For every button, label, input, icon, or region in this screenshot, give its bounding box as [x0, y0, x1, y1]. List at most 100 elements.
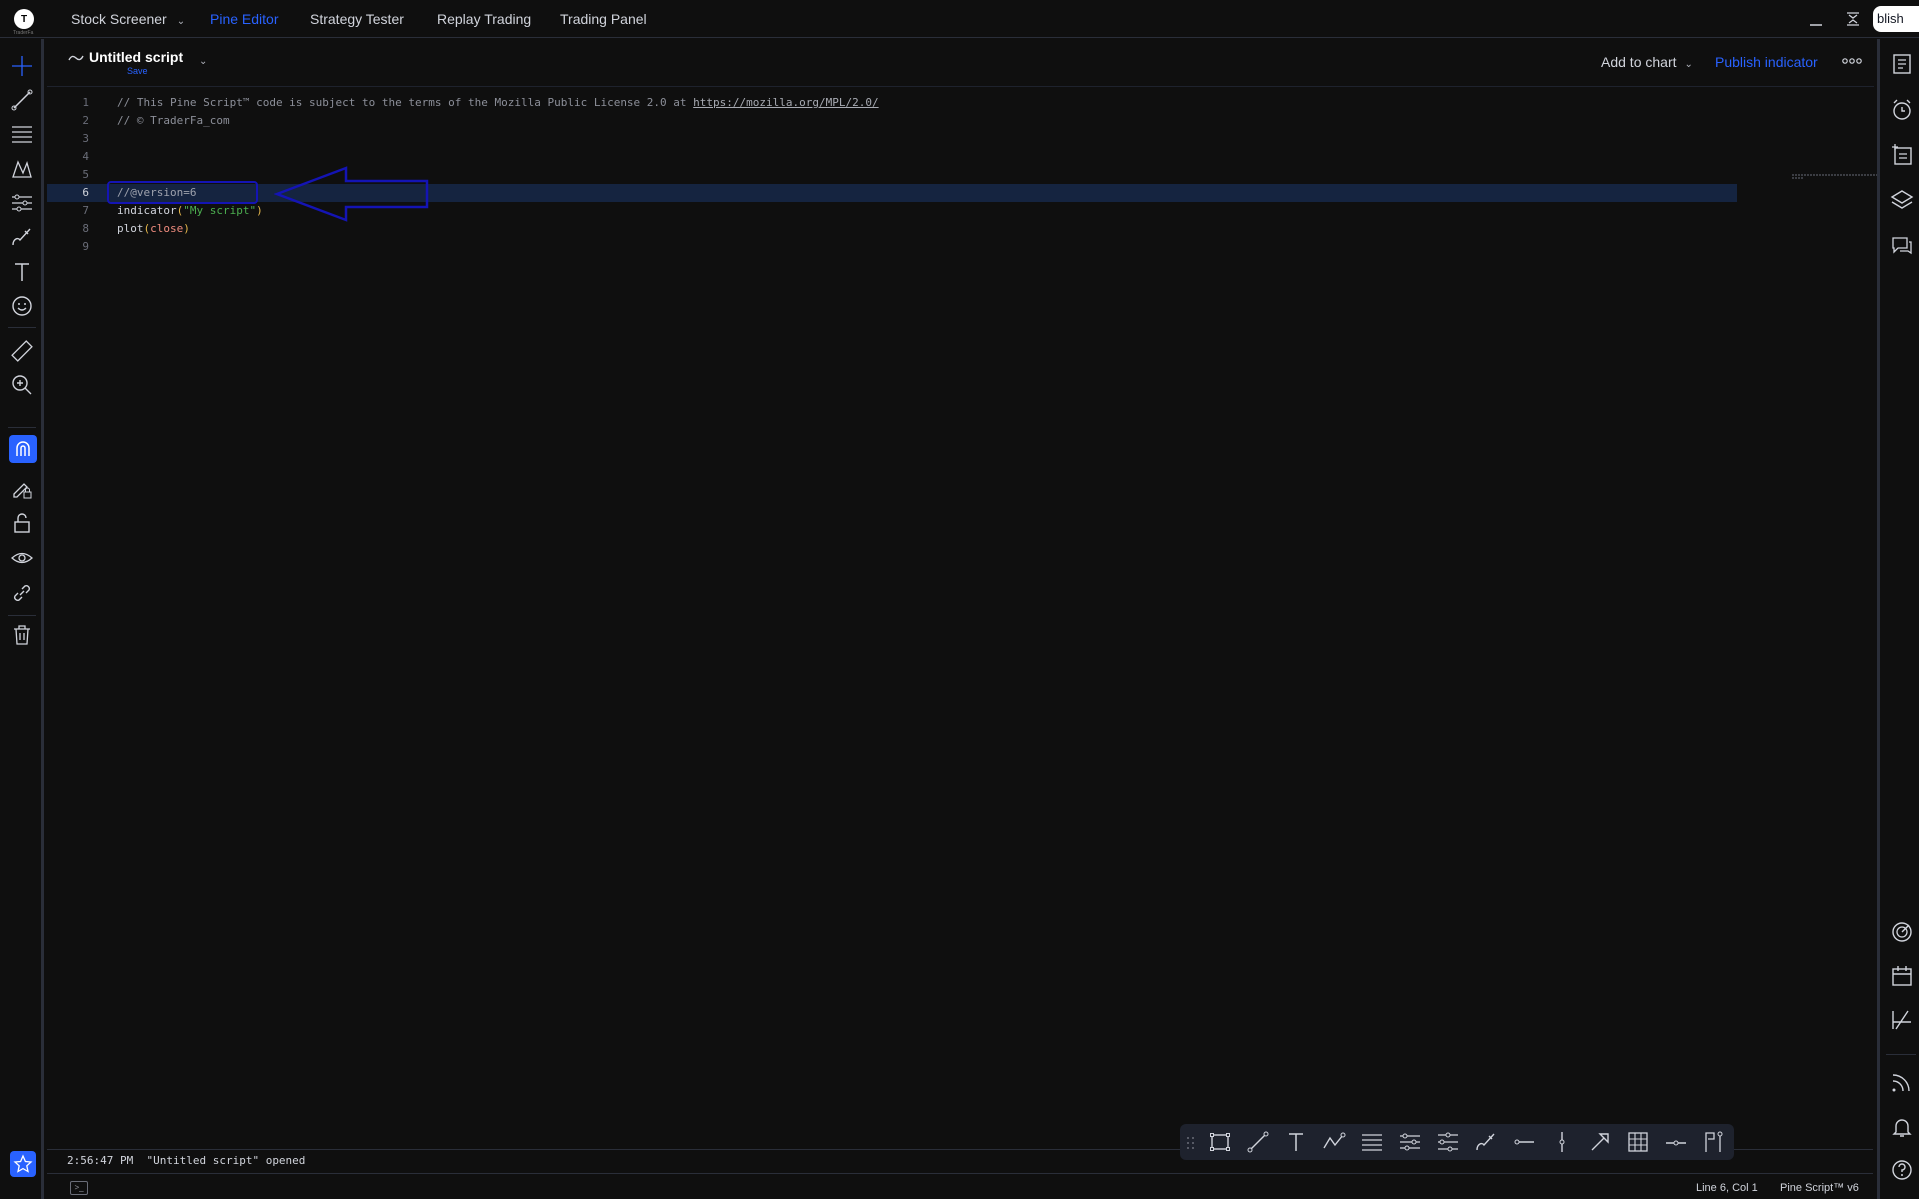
code-token: indicator [117, 204, 177, 217]
minimize-icon[interactable] [1805, 8, 1827, 30]
chevron-down-icon[interactable]: ⌄ [1685, 59, 1693, 70]
tab-trading-panel[interactable]: Trading Panel [560, 0, 647, 38]
pitchfork-icon[interactable] [1436, 1130, 1460, 1154]
ruler-icon[interactable] [10, 339, 34, 363]
tab-label: Stock Screener [71, 11, 167, 27]
line-number: 8 [82, 222, 89, 235]
grid-icon[interactable] [1626, 1130, 1650, 1154]
line-number: 3 [82, 132, 89, 145]
toolbar-divider [8, 327, 36, 328]
chevron-down-icon[interactable]: ⌄ [177, 3, 185, 41]
terminal-icon[interactable]: >_ [70, 1181, 88, 1195]
horizontal-ray-icon[interactable] [1512, 1130, 1536, 1154]
price-line-icon[interactable] [1664, 1130, 1688, 1154]
path-icon[interactable] [1322, 1130, 1346, 1154]
drag-handle-icon[interactable] [1186, 1136, 1196, 1150]
editor-header: Untitled script Save ⌄ Add to chart ⌄ Pub… [47, 39, 1874, 87]
radar-icon[interactable] [1889, 919, 1915, 945]
rectangle-icon[interactable] [1208, 1130, 1232, 1154]
code-token: "My script" [183, 204, 257, 217]
chat-icon[interactable] [1889, 233, 1915, 259]
code-editor[interactable]: 1 // This Pine Script™ code is subject to… [47, 88, 1919, 1148]
code-line[interactable]: 2 // © TraderFa_com [47, 112, 1737, 130]
line-text: plot(close) [117, 220, 190, 238]
vertical-line-icon[interactable] [1550, 1130, 1574, 1154]
line-number: 5 [82, 168, 89, 181]
code-token: plot [117, 222, 144, 235]
arrow-marker-icon[interactable] [1588, 1130, 1612, 1154]
code-line[interactable]: 4 [47, 148, 1737, 166]
layers-icon[interactable] [1889, 187, 1915, 213]
text-icon[interactable] [1284, 1130, 1308, 1154]
watchlist-icon[interactable] [1889, 51, 1915, 77]
magnet-icon[interactable] [9, 435, 37, 463]
more-options-icon[interactable] [1842, 56, 1862, 66]
language-version[interactable]: Pine Script™ v6 [1780, 1182, 1859, 1194]
add-to-chart-button[interactable]: Add to chart ⌄ [1601, 54, 1693, 70]
line-text: // This Pine Script™ code is subject to … [117, 94, 879, 112]
code-token: close [150, 222, 184, 235]
xabcd-pattern-icon[interactable] [10, 157, 34, 181]
crosshair-icon[interactable] [10, 54, 34, 78]
script-title[interactable]: Untitled script [89, 49, 183, 65]
drawing-toolbar [1180, 1124, 1734, 1160]
unlock-icon[interactable] [10, 511, 34, 535]
tab-stock-screener[interactable]: Stock Screener ⌄ [71, 0, 185, 38]
flag-icon[interactable] [1702, 1130, 1726, 1154]
license-link[interactable]: https://mozilla.org/MPL/2.0/ [693, 96, 878, 109]
chevron-down-icon[interactable]: ⌄ [199, 56, 207, 67]
line-number: 6 [82, 186, 89, 199]
line-text: // © TraderFa_com [117, 112, 230, 130]
fib-retracement-icon[interactable] [10, 122, 34, 146]
logo[interactable]: T TraderFa [10, 6, 38, 36]
status-bar: >_ Line 6, Col 1 Pine Script™ v6 [47, 1173, 1873, 1199]
line-text: indicator("My script") [117, 202, 263, 220]
code-token: ) [256, 204, 263, 217]
trend-line-icon[interactable] [10, 88, 34, 112]
code-token: // © TraderFa_com [117, 114, 230, 127]
add-note-icon[interactable] [1889, 142, 1915, 168]
brush-icon[interactable] [1474, 1130, 1498, 1154]
publish-indicator-button[interactable]: Publish indicator [1715, 54, 1818, 70]
alert-clock-icon[interactable] [1889, 97, 1915, 123]
emoji-icon[interactable] [10, 294, 34, 318]
trash-icon[interactable] [10, 623, 34, 647]
logo-mark: T [14, 9, 34, 29]
line-icon[interactable] [1246, 1130, 1270, 1154]
calendar-icon[interactable] [1889, 963, 1915, 989]
star-icon[interactable] [10, 1151, 36, 1177]
text-icon[interactable] [10, 260, 34, 284]
console-time: 2:56:47 PM [67, 1154, 134, 1167]
line-number: 1 [82, 96, 89, 109]
lock-drawing-icon[interactable] [10, 476, 34, 500]
bell-icon[interactable] [1889, 1114, 1915, 1140]
code-line[interactable]: 3 [47, 130, 1737, 148]
code-token: // This Pine Script™ code is subject to … [117, 96, 694, 109]
help-icon[interactable] [1889, 1157, 1915, 1183]
top-bar: T TraderFa Stock Screener ⌄ Pine Editor S… [0, 0, 1919, 38]
publish-button[interactable]: blish [1873, 6, 1919, 32]
tab-strategy-tester[interactable]: Strategy Tester [310, 0, 404, 38]
channel-icon[interactable] [1398, 1130, 1422, 1154]
maximize-icon[interactable] [1842, 8, 1864, 30]
toolbar-divider [8, 427, 36, 428]
code-line[interactable]: 9 [47, 238, 1737, 256]
cursor-position[interactable]: Line 6, Col 1 [1696, 1182, 1758, 1194]
save-link[interactable]: Save [127, 66, 148, 76]
prediction-tool-icon[interactable] [10, 191, 34, 215]
logo-caption: TraderFa [13, 30, 34, 36]
brush-icon[interactable] [10, 225, 34, 249]
link-icon[interactable] [10, 581, 34, 605]
stream-icon[interactable] [1889, 1069, 1915, 1095]
eye-icon[interactable] [10, 546, 34, 570]
toolbar-divider [1886, 1054, 1916, 1055]
tab-pine-editor[interactable]: Pine Editor [210, 0, 278, 38]
fib-icon[interactable] [1360, 1130, 1384, 1154]
code-line[interactable]: 1 // This Pine Script™ code is subject to… [47, 94, 1737, 112]
line-number: 4 [82, 150, 89, 163]
tab-replay-trading[interactable]: Replay Trading [437, 0, 531, 38]
line-number: 7 [82, 204, 89, 217]
indicator-icon [68, 53, 84, 63]
zoom-in-icon[interactable] [10, 373, 34, 397]
ideas-icon[interactable] [1889, 1007, 1915, 1033]
